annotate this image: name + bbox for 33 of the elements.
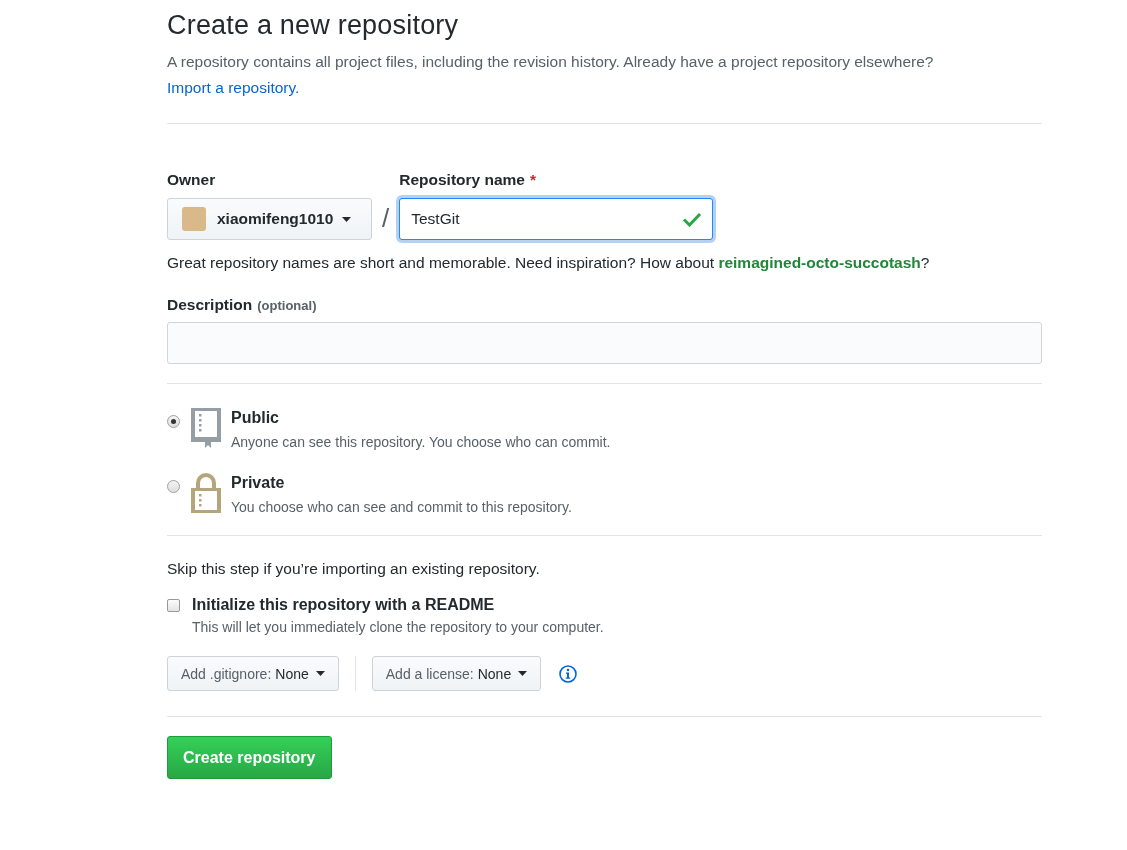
- radio-button[interactable]: [167, 480, 180, 493]
- visibility-label: Private: [231, 473, 286, 493]
- readme-label: Initialize this repository with a README: [192, 595, 496, 615]
- lock-icon: [191, 473, 221, 513]
- readme-checkbox[interactable]: [167, 599, 180, 612]
- caret-icon: [315, 671, 325, 676]
- select-dropdown[interactable]: Add a license: None: [371, 656, 542, 691]
- name-hint: Great repository names are short and memorable. Need inspiration? How about reimagined-octo-succotash?: [167, 254, 931, 272]
- import-link[interactable]: Import a repository.: [167, 79, 300, 96]
- book-icon: [191, 408, 221, 448]
- owner-dropdown[interactable]: xiaomifeng1010: [167, 198, 372, 240]
- repository-name-label: Repository name: [399, 171, 525, 188]
- visibility-description: You choose who can see and commit to this repository.: [231, 498, 572, 517]
- avatar-placeholder: [182, 207, 206, 231]
- description-field[interactable]: [167, 322, 1042, 364]
- info-icon: [559, 664, 578, 683]
- radio-button[interactable]: [167, 415, 180, 428]
- caret-icon: [518, 671, 528, 676]
- repository-name-field[interactable]: TestGit: [399, 198, 714, 240]
- readme-description: This will let you immediately clone the repository to your computer.: [192, 618, 604, 637]
- required-mark: *: [530, 171, 537, 188]
- owner-label: Owner: [167, 171, 217, 189]
- intro-text: A repository contains all project files, including the revision history. Already have a project repository elsewhere?: [167, 53, 934, 70]
- description-label: Description: [167, 296, 253, 313]
- separator-text: /: [381, 203, 391, 235]
- select-dropdown[interactable]: Add .gitignore: None: [167, 656, 339, 691]
- page-title: Create a new repository: [167, 10, 460, 41]
- caret-icon: [342, 216, 352, 222]
- optional-note: (optional): [257, 298, 317, 313]
- visibility-description: Anyone can see this repository. You choose who can commit.: [231, 433, 611, 452]
- skip-note: Skip this step if you’re importing an existing repository.: [167, 560, 541, 578]
- visibility-label: Public: [231, 408, 280, 428]
- check-icon: [682, 211, 703, 227]
